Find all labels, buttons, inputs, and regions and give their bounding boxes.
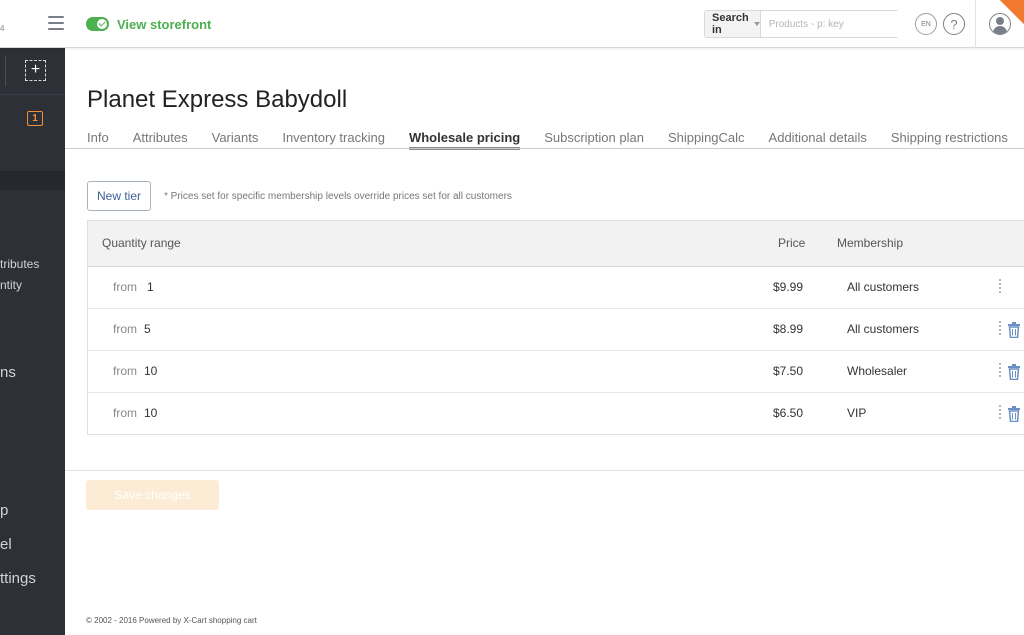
membership-value[interactable]: All customers — [847, 280, 919, 294]
sidebar-item-settings[interactable]: ttings — [0, 570, 36, 587]
tab-variants[interactable]: Variants — [212, 130, 259, 148]
wholesale-pricing-table: Quantity range Price Membership from 1 $… — [87, 220, 1024, 435]
from-label: from — [113, 322, 137, 336]
sidebar-item-quantity[interactable]: ntity — [0, 278, 22, 292]
membership-value[interactable]: Wholesaler — [847, 364, 907, 378]
table-row: from 1 $9.99 All customers — [88, 267, 1024, 309]
main-content: Planet Express Babydoll Info Attributes … — [65, 48, 1024, 635]
quantity-value[interactable]: 10 — [144, 364, 157, 378]
tab-shipping-restrictions[interactable]: Shipping restrictions — [891, 130, 1008, 148]
save-changes-button[interactable]: Save changes — [86, 480, 219, 510]
sidebar-item-p[interactable]: p — [0, 502, 8, 519]
sidebar-active-item[interactable] — [0, 171, 65, 190]
quick-add-button[interactable]: + — [25, 60, 46, 81]
table-row: from 5 $8.99 All customers — [88, 309, 1024, 351]
from-label: from — [113, 364, 137, 378]
row-menu-icon[interactable] — [999, 405, 1002, 423]
topbar-divider — [975, 0, 976, 48]
menu-icon[interactable] — [48, 16, 64, 30]
from-label: from — [113, 280, 137, 294]
quantity-value[interactable]: 5 — [144, 322, 151, 336]
table-row: from 10 $6.50 VIP — [88, 393, 1024, 435]
page-title: Planet Express Babydoll — [87, 86, 348, 113]
tab-inventory-tracking[interactable]: Inventory tracking — [282, 130, 385, 148]
top-bar: 4 View storefront Search in EN ? — [0, 0, 1024, 48]
view-storefront-label: View storefront — [117, 16, 212, 32]
tab-subscription-plan[interactable]: Subscription plan — [544, 130, 644, 148]
price-value[interactable]: $7.50 — [773, 364, 803, 378]
language-button[interactable]: EN — [915, 13, 937, 35]
pricing-note: * Prices set for specific membership lev… — [164, 191, 512, 202]
membership-value[interactable]: VIP — [847, 406, 866, 420]
price-value[interactable]: $6.50 — [773, 406, 803, 420]
search-input[interactable] — [760, 11, 901, 37]
sidebar-separator — [5, 56, 6, 86]
row-menu-icon[interactable] — [999, 321, 1002, 339]
trash-icon[interactable] — [1007, 406, 1021, 422]
sidebar: + 1 tributes ntity ns p el ttings — [0, 48, 65, 635]
sidebar-item-ns[interactable]: ns — [0, 364, 16, 381]
copyright-text: © 2002 - 2016 Powered by X-Cart shopping… — [86, 616, 257, 625]
caret-down-icon — [753, 22, 760, 26]
search-box: Search in — [704, 10, 901, 38]
search-in-label: Search in — [712, 12, 749, 36]
price-value[interactable]: $9.99 — [773, 280, 803, 294]
product-tabs: Info Attributes Variants Inventory track… — [87, 130, 1024, 150]
price-value[interactable]: $8.99 — [773, 322, 803, 336]
tab-additional-details[interactable]: Additional details — [769, 130, 867, 148]
tab-wholesale-pricing[interactable]: Wholesale pricing — [408, 130, 521, 150]
row-menu-icon[interactable] — [999, 279, 1002, 297]
column-membership: Membership — [837, 236, 904, 250]
trash-icon[interactable] — [1007, 364, 1021, 380]
trash-icon[interactable] — [1007, 322, 1021, 338]
column-quantity-range: Quantity range — [102, 236, 181, 250]
column-price: Price — [778, 236, 806, 250]
tab-attributes[interactable]: Attributes — [133, 130, 188, 148]
table-row: from 10 $7.50 Wholesaler — [88, 351, 1024, 393]
sidebar-notification-badge[interactable]: 1 — [27, 111, 43, 126]
row-menu-icon[interactable] — [999, 363, 1002, 381]
sidebar-top-row: + — [0, 48, 65, 95]
tab-info[interactable]: Info — [87, 130, 109, 148]
view-storefront-toggle[interactable]: View storefront — [86, 15, 211, 33]
from-label: from — [113, 406, 137, 420]
sidebar-item-el[interactable]: el — [0, 536, 12, 553]
user-account-icon[interactable] — [989, 13, 1011, 35]
footer-divider — [65, 470, 1024, 471]
quantity-value[interactable]: 1 — [147, 280, 154, 294]
search-in-dropdown[interactable]: Search in — [705, 11, 761, 37]
quantity-value[interactable]: 10 — [144, 406, 157, 420]
topbar-fragment: 4 — [0, 24, 5, 33]
toggle-on-icon — [86, 17, 109, 31]
new-tier-button[interactable]: New tier — [87, 181, 151, 211]
sidebar-item-attributes[interactable]: tributes — [0, 257, 39, 271]
tabs-divider — [65, 148, 1024, 149]
membership-value[interactable]: All customers — [847, 322, 919, 336]
tab-shippingcalc[interactable]: ShippingCalc — [668, 130, 745, 148]
table-header: Quantity range Price Membership — [88, 221, 1024, 267]
help-button[interactable]: ? — [943, 13, 965, 35]
